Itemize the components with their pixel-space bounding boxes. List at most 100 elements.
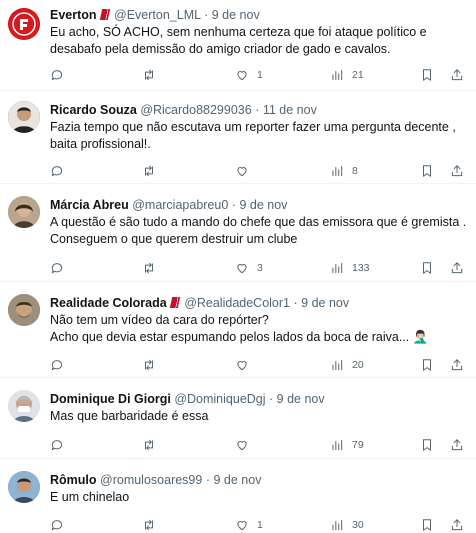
profile-photo-icon: [8, 101, 40, 133]
bookmark-button[interactable]: [420, 356, 434, 374]
reply-icon: [51, 166, 63, 177]
share-button[interactable]: [450, 259, 464, 277]
retweet-button[interactable]: [142, 259, 164, 277]
views-button[interactable]: 133: [330, 259, 370, 277]
author-handle[interactable]: @Everton_LML: [114, 8, 201, 22]
author-name[interactable]: Márcia Abreu: [50, 198, 129, 212]
share-icon: [451, 165, 463, 177]
retweet-button[interactable]: [142, 436, 164, 454]
author-name[interactable]: Everton: [50, 8, 97, 22]
views-count: 8: [352, 165, 358, 177]
avatar[interactable]: [8, 196, 40, 228]
bookmark-icon: [423, 519, 431, 531]
reply-icon: [51, 360, 63, 371]
avatar[interactable]: [8, 294, 40, 326]
share-button[interactable]: [450, 356, 464, 374]
views-icon: [332, 165, 343, 177]
retweet-button[interactable]: [142, 66, 164, 84]
tweet-date[interactable]: 9 de nov: [212, 8, 260, 22]
tweet-text: E um chinelao: [50, 490, 130, 504]
bookmark-button[interactable]: [420, 516, 434, 533]
author-name[interactable]: Ricardo Souza: [50, 103, 137, 117]
tweet-date[interactable]: 9 de nov: [213, 473, 261, 487]
author-handle[interactable]: @marciapabreu0: [132, 198, 228, 212]
views-button[interactable]: 79: [330, 436, 364, 454]
like-button[interactable]: [235, 436, 257, 454]
tweet-item[interactable]: Rômulo @romulosoares99 · 9 de nov E um c…: [0, 459, 476, 533]
reply-button[interactable]: [50, 162, 72, 180]
separator: ·: [231, 198, 236, 212]
action-bar: 8: [50, 162, 468, 180]
reply-button[interactable]: [50, 436, 72, 454]
like-button[interactable]: 1: [235, 66, 263, 84]
share-button[interactable]: [450, 516, 464, 533]
bookmark-button[interactable]: [420, 66, 434, 84]
share-icon: [451, 519, 463, 531]
reply-button[interactable]: [50, 66, 72, 84]
profile-photo-icon: [8, 471, 40, 503]
profile-photo-icon: [8, 294, 40, 326]
like-button[interactable]: [235, 162, 257, 180]
reply-button[interactable]: [50, 259, 72, 277]
author-name[interactable]: Realidade Colorada: [50, 296, 167, 310]
retweet-button[interactable]: [142, 516, 164, 533]
author-name[interactable]: Dominique Di Giorgi: [50, 392, 171, 406]
author-handle[interactable]: @romulosoares99: [100, 473, 202, 487]
author-handle[interactable]: @DominiqueDgj: [174, 392, 265, 406]
tweet-date[interactable]: 9 de nov: [277, 392, 325, 406]
share-icon: [451, 262, 463, 274]
like-button[interactable]: [235, 356, 257, 374]
views-count: 20: [352, 359, 364, 371]
reply-icon: [51, 263, 63, 274]
tweet-item[interactable]: Realidade Colorada @RealidadeColor1 · 9 …: [0, 282, 476, 378]
reply-button[interactable]: [50, 516, 72, 533]
like-button[interactable]: 3: [235, 259, 263, 277]
bookmark-icon: [423, 165, 431, 177]
tweet-item[interactable]: Ricardo Souza @Ricardo88299036 · 11 de n…: [0, 91, 476, 184]
separator: ·: [255, 103, 260, 117]
bookmark-button[interactable]: [420, 162, 434, 180]
views-count: 79: [352, 439, 364, 451]
action-bar: 79: [50, 436, 468, 454]
flag-icon: [99, 9, 110, 20]
tweet-date[interactable]: 11 de nov: [263, 103, 317, 117]
author-name[interactable]: Rômulo: [50, 473, 97, 487]
tweet-item[interactable]: Everton @Everton_LML · 9 de nov Eu acho,…: [0, 0, 476, 91]
reply-icon: [51, 70, 63, 81]
views-button[interactable]: 30: [330, 516, 364, 533]
avatar[interactable]: [8, 390, 40, 422]
action-bar: 1 30: [50, 516, 468, 533]
share-button[interactable]: [450, 162, 464, 180]
avatar[interactable]: [8, 101, 40, 133]
bookmark-button[interactable]: [420, 436, 434, 454]
retweet-button[interactable]: [142, 162, 164, 180]
views-button[interactable]: 21: [330, 66, 364, 84]
avatar[interactable]: [8, 8, 40, 40]
author-handle[interactable]: @Ricardo88299036: [140, 103, 251, 117]
tweet-date[interactable]: 9 de nov: [301, 296, 349, 310]
reply-button[interactable]: [50, 356, 72, 374]
avatar[interactable]: [8, 471, 40, 503]
tweet-text: A questão é são tudo a mando do chefe qu…: [50, 215, 467, 246]
views-icon: [332, 359, 343, 371]
tweet-text: Mas que barbaridade é essa: [50, 409, 209, 423]
like-button[interactable]: 1: [235, 516, 263, 533]
tweet-date[interactable]: 9 de nov: [239, 198, 287, 212]
like-icon: [237, 71, 247, 81]
share-button[interactable]: [450, 436, 464, 454]
reply-icon: [51, 440, 63, 451]
tweet-item[interactable]: Márcia Abreu @marciapabreu0 · 9 de nov A…: [0, 184, 476, 282]
separator: ·: [269, 392, 274, 406]
author-handle[interactable]: @RealidadeColor1: [184, 296, 290, 310]
views-icon: [332, 262, 343, 274]
like-icon: [237, 441, 247, 451]
share-button[interactable]: [450, 66, 464, 84]
separator: ·: [204, 8, 209, 22]
reply-feed: Everton @Everton_LML · 9 de nov Eu acho,…: [0, 0, 476, 533]
tweet-item[interactable]: Dominique Di Giorgi @DominiqueDgj · 9 de…: [0, 378, 476, 459]
bookmark-button[interactable]: [420, 259, 434, 277]
retweet-button[interactable]: [142, 356, 164, 374]
retweet-icon: [145, 519, 153, 531]
views-button[interactable]: 8: [330, 162, 358, 180]
views-button[interactable]: 20: [330, 356, 364, 374]
